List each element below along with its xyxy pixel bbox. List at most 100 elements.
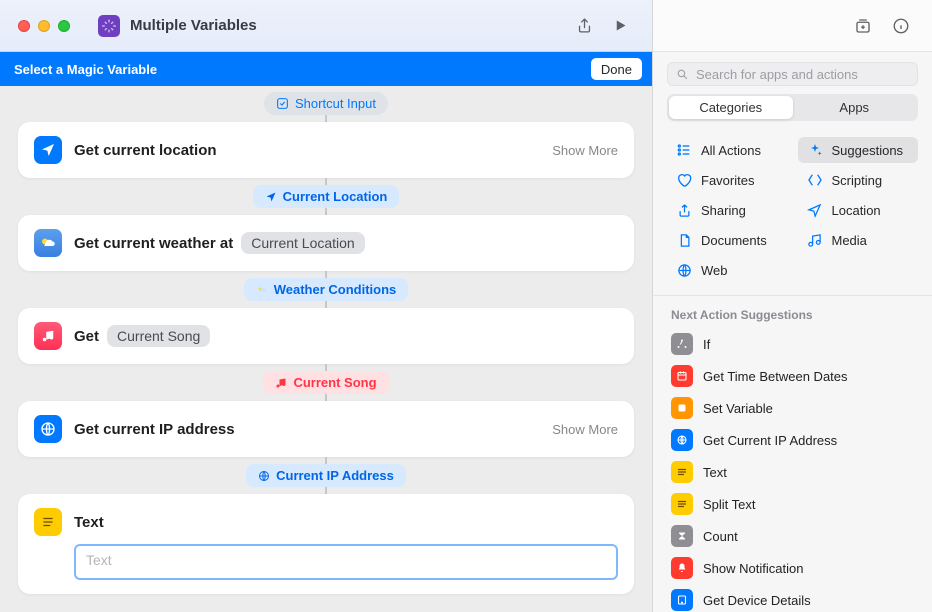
close-window-button[interactable]: [18, 20, 30, 32]
action-title: Get: [74, 328, 99, 345]
category-label: Favorites: [701, 173, 754, 188]
search-input[interactable]: Search for apps and actions: [667, 62, 918, 86]
magic-variable-current-song[interactable]: Current Song: [263, 371, 388, 394]
category-label: All Actions: [701, 143, 761, 158]
share-button[interactable]: [570, 14, 598, 38]
calendar-icon: [671, 365, 693, 387]
category-web[interactable]: Web: [667, 257, 788, 283]
category-scripting[interactable]: Scripting: [798, 167, 919, 193]
device-icon: [671, 589, 693, 611]
title-text: Multiple Variables: [130, 17, 257, 34]
category-label: Documents: [701, 233, 767, 248]
magic-variable-current-location[interactable]: Current Location: [253, 185, 400, 208]
music-note-icon: [806, 231, 824, 249]
action-title: Get current location: [74, 142, 217, 159]
parameter-current-song[interactable]: Current Song: [107, 325, 210, 347]
category-label: Web: [701, 263, 728, 278]
shortcut-input-pill[interactable]: Shortcut Input: [264, 92, 388, 115]
sigma-icon: [671, 525, 693, 547]
suggestion-get-ip[interactable]: Get Current IP Address: [663, 424, 922, 456]
category-suggestions[interactable]: Suggestions: [798, 137, 919, 163]
magic-variable-prompt-bar: Select a Magic Variable Done: [0, 52, 652, 86]
music-icon: [34, 322, 62, 350]
action-get-current-ip[interactable]: Get current IP address Show More: [18, 401, 634, 457]
text-icon: [34, 508, 62, 536]
parameter-location[interactable]: Current Location: [241, 232, 365, 254]
variable-icon: [671, 397, 693, 419]
action-text[interactable]: Text Text: [18, 494, 634, 594]
fullscreen-window-button[interactable]: [58, 20, 70, 32]
sparkle-icon: [806, 141, 824, 159]
category-label: Suggestions: [832, 143, 904, 158]
suggestion-count[interactable]: Count: [663, 520, 922, 552]
action-get-current-song[interactable]: Get Current Song: [18, 308, 634, 364]
action-get-current-location[interactable]: Get current location Show More: [18, 122, 634, 178]
segmented-control[interactable]: Categories Apps: [667, 94, 918, 121]
action-get-current-weather[interactable]: Get current weather at Current Location: [18, 215, 634, 271]
segment-categories[interactable]: Categories: [669, 96, 793, 119]
suggestions-list[interactable]: If Get Time Between Dates Set Variable G…: [653, 328, 932, 612]
info-button[interactable]: [888, 14, 914, 38]
bell-icon: [671, 557, 693, 579]
suggestion-split-text[interactable]: Split Text: [663, 488, 922, 520]
suggestion-label: Get Device Details: [703, 593, 811, 608]
text-lines-icon: [671, 461, 693, 483]
suggestion-show-notification[interactable]: Show Notification: [663, 552, 922, 584]
category-location[interactable]: Location: [798, 197, 919, 223]
network-icon: [671, 429, 693, 451]
suggestion-label: Get Current IP Address: [703, 433, 837, 448]
suggestion-set-variable[interactable]: Set Variable: [663, 392, 922, 424]
category-documents[interactable]: Documents: [667, 227, 788, 253]
app-window: Multiple Variables Select a Magic Variab…: [0, 0, 932, 612]
minimize-window-button[interactable]: [38, 20, 50, 32]
list-bulleted-icon: [675, 141, 693, 159]
action-title: Get current weather at: [74, 235, 233, 252]
show-more-button[interactable]: Show More: [552, 422, 618, 437]
done-button[interactable]: Done: [591, 58, 642, 80]
suggestion-label: Set Variable: [703, 401, 773, 416]
library-button[interactable]: [850, 14, 876, 38]
suggestion-text[interactable]: Text: [663, 456, 922, 488]
run-button[interactable]: [606, 14, 634, 38]
category-label: Location: [832, 203, 881, 218]
parameter-label: Current Song: [117, 328, 200, 344]
suggestions-header: Next Action Suggestions: [653, 300, 932, 328]
magic-variable-label: Current Location: [283, 189, 388, 204]
category-label: Sharing: [701, 203, 746, 218]
titlebar: Multiple Variables: [0, 0, 652, 52]
document-icon: [675, 231, 693, 249]
suggestion-label: Text: [703, 465, 727, 480]
segment-apps[interactable]: Apps: [793, 96, 917, 119]
text-input-placeholder: Text: [86, 552, 112, 568]
category-label: Media: [832, 233, 867, 248]
suggestion-if[interactable]: If: [663, 328, 922, 360]
network-icon: [34, 415, 62, 443]
suggestion-label: If: [703, 337, 710, 352]
magic-variable-label: Current IP Address: [276, 468, 394, 483]
magic-variable-current-ip[interactable]: Current IP Address: [246, 464, 406, 487]
category-all-actions[interactable]: All Actions: [667, 137, 788, 163]
traffic-lights: [18, 20, 70, 32]
suggestion-time-between-dates[interactable]: Get Time Between Dates: [663, 360, 922, 392]
category-favorites[interactable]: Favorites: [667, 167, 788, 193]
categories-grid: All Actions Suggestions Favorites Script…: [653, 131, 932, 295]
suggestion-label: Get Time Between Dates: [703, 369, 848, 384]
workflow-canvas[interactable]: Shortcut Input Get current location Show…: [0, 86, 652, 612]
text-input-field[interactable]: Text: [74, 544, 618, 580]
weather-icon: [34, 229, 62, 257]
show-more-button[interactable]: Show More: [552, 143, 618, 158]
shortcut-icon: [98, 15, 120, 37]
share-icon: [675, 201, 693, 219]
globe-icon: [675, 261, 693, 279]
magic-variable-label: Current Song: [293, 375, 376, 390]
magic-variable-prompt-text: Select a Magic Variable: [14, 62, 157, 77]
suggestion-label: Show Notification: [703, 561, 803, 576]
category-media[interactable]: Media: [798, 227, 919, 253]
magic-variable-label: Weather Conditions: [274, 282, 397, 297]
category-sharing[interactable]: Sharing: [667, 197, 788, 223]
branch-icon: [671, 333, 693, 355]
search-placeholder: Search for apps and actions: [696, 67, 858, 82]
suggestion-device-details[interactable]: Get Device Details: [663, 584, 922, 612]
magic-variable-weather-conditions[interactable]: Weather Conditions: [244, 278, 409, 301]
right-pane: Search for apps and actions Categories A…: [652, 0, 932, 612]
